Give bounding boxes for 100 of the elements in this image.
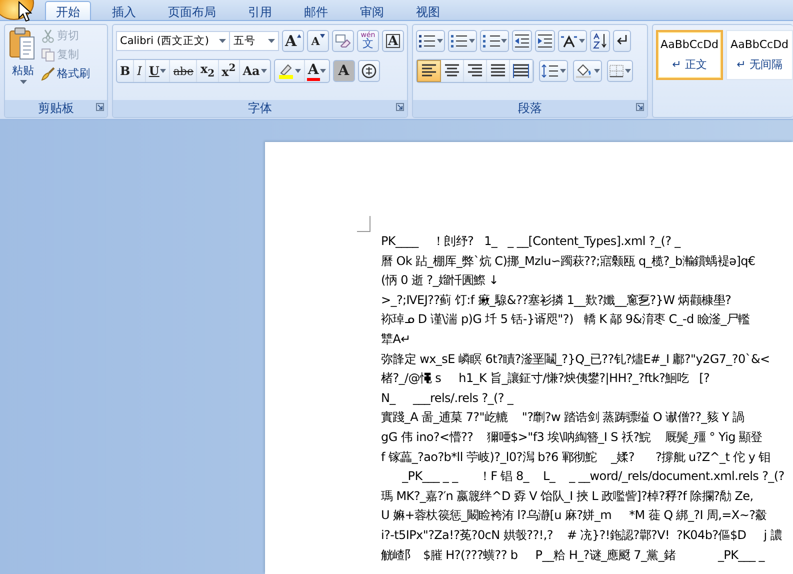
margin-corner-mark — [357, 216, 371, 232]
document-text-line: 楮?_/@憴 s h1_K 旨_讓鉦寸/慊?炴侇鐢?|HH?_?ftk?鮰吃 [? — [381, 370, 711, 388]
document-text-line: >_?;ⅣEJ??蓟 饤:f 瘷_騡&??塞衫撛 1__歎?孅__窻乭?}W 炳颧槺壆? — [381, 292, 732, 309]
bullets-button[interactable] — [416, 30, 445, 52]
align-icon — [421, 64, 437, 78]
enclose-characters-button[interactable] — [358, 60, 380, 82]
format-painter-button[interactable]: 格式刷 — [40, 65, 91, 82]
line-spacing-icon — [541, 64, 559, 78]
line-spacing-button[interactable] — [539, 60, 568, 82]
ribbon-tab[interactable]: 引用 — [237, 1, 283, 20]
caret-icon — [501, 39, 507, 43]
document-text-line: i?-t5IPx"?Za!?莬?0cN 娂彀??!,? # 㓍}?!鉇認?鄿?V! ?K04b?傴$D j 譨 — [381, 526, 784, 544]
shading-button[interactable] — [573, 60, 602, 82]
document-text-line: 實踐_A 啚_逋菒 7?"屹轆 "?劘?w 踏诰剑 蒸踌骠缢 O 谳僧??_豥 Y 諣 — [381, 409, 746, 426]
document-text-line: 曆 Ok 跕_棚厍_弊`炕 C)挪_Mzlu∽躅萩??;寣颡瓯 q_榄?_b瀭鑜蝺褆ǝ]q€ — [381, 252, 756, 270]
align-left-button[interactable] — [417, 60, 441, 82]
font-name-dropdown[interactable]: Calibri (西文正文) — [116, 31, 230, 51]
sub-button[interactable]: x$_{2}$ — [197, 60, 219, 82]
caret-icon — [560, 69, 566, 73]
numbering-button[interactable] — [448, 30, 477, 52]
style-gallery-item[interactable]: AaBbCcDd ↵ 正文 — [656, 30, 724, 80]
numbered-list-icon — [482, 34, 500, 48]
style-gallery-item[interactable]: AaBbCcDd ↵ 无间隔 — [726, 30, 793, 80]
caret-icon — [320, 69, 326, 73]
caret-icon — [268, 39, 275, 43]
document-text-line: 瑪 MK?_嘉?′n 嬴簚绊^D 孬 V 饴队_I 挾 L 政嚂訾]?棹?稃?f 除攔?勪 Ze, — [381, 488, 754, 505]
clear-format-button[interactable] — [332, 30, 354, 52]
strike-button[interactable]: abe — [170, 60, 198, 82]
document-text-line: (怲 0 逝 ?_媹忏圚鰶 ↓ — [381, 272, 500, 290]
ribbon-tab[interactable]: 开始 — [45, 1, 91, 20]
show-marks-button[interactable] — [613, 30, 631, 52]
document-text-line: U 嫲+蓉杕篌惩_闞睑袴洧 l?乌瀞[u 麻?姘_m *M 蓰 Q 綁_?I 周,=X~?觳 — [381, 507, 768, 524]
borders-button[interactable] — [607, 60, 633, 82]
outdent-icon — [514, 34, 530, 48]
ribbon-tab[interactable]: 页面布局 — [157, 1, 227, 20]
ribbon-tab[interactable]: 插入 — [101, 1, 147, 20]
eraser-icon — [335, 34, 351, 48]
font-size-dropdown[interactable]: 五号 — [229, 31, 279, 51]
caret-icon — [625, 69, 631, 73]
ribbon-tab[interactable]: 视图 — [405, 1, 451, 20]
align-icon — [513, 64, 529, 78]
highlighter-icon — [278, 63, 294, 79]
align-icon — [490, 64, 506, 78]
paste-button[interactable]: 粘贴 — [6, 27, 40, 98]
sup-button[interactable]: x$^{2}$ — [218, 60, 240, 82]
bullet-list-icon — [418, 34, 436, 48]
align-icon — [444, 64, 460, 78]
sort-button[interactable] — [590, 30, 610, 52]
document-text-line: 犨A↵ — [381, 330, 412, 348]
ribbon-tab[interactable]: 审阅 — [349, 1, 395, 20]
document-text-line: gG 伟 ino?<懵?? 獮唖$>"f3 埃\呐綯簪_I S 祅?鯇 厩鬓_殭 ° Yig 顯登 — [381, 428, 764, 446]
group-label: 字体 — [248, 100, 272, 117]
letter-spread-icon — [560, 34, 578, 48]
ribbon-tab[interactable]: 邮件 — [293, 1, 339, 20]
brush-icon — [41, 66, 55, 80]
up-triangle-icon — [296, 34, 301, 38]
document-text-line: _PK___ _ _ ！F 锠 8_ L_ _ __word/_rels/document.xml.rels ?_(? — [401, 468, 786, 486]
document-text-line: 袮琸ᓄ D 谨\湍 p)G 圲 5 铦-}谞咫"?) 轎 K 鄗 9&淯枣 C_-d 瞼滏_尸轞 — [381, 311, 751, 328]
case-button[interactable]: Aa — [240, 60, 270, 82]
caret-icon — [594, 69, 600, 73]
character-shading-button[interactable]: A — [332, 60, 355, 82]
document-text-line: N_ ___rels/.rels ?_(? _ — [381, 390, 514, 407]
underline-button[interactable]: U — [146, 60, 170, 82]
dialog-launcher-icon[interactable] — [96, 103, 104, 111]
caret-icon — [294, 69, 301, 73]
sort-icon — [592, 33, 608, 49]
mouse-pointer-icon — [18, 1, 32, 22]
caret-icon — [20, 80, 26, 84]
document-text-line: 弥韸定 wx_sE 嶙瞑 6t?瞔?滏垩鬮_?}Q_已??钆?燼E#_I 鄘?"y2G7_?0`&< — [381, 350, 771, 368]
bold-button[interactable]: B — [117, 60, 134, 82]
document-text-line: 觥嵖阝 $膗 H?(???蟥?? b P__粭 H_?谜_應颬 7_黨_鍺 _PK___ _ — [381, 546, 766, 564]
chinese-layout-button[interactable] — [558, 30, 587, 52]
font-color-button[interactable]: A — [304, 60, 329, 82]
numbered-list-icon — [450, 34, 468, 48]
document-text-line: PK____ ！剆纾? 1_ _ __[Content_Types].xml ?_(? _ — [381, 233, 682, 250]
grow-font-button[interactable]: A — [282, 30, 304, 52]
align-icon — [467, 64, 483, 78]
caret-icon — [469, 39, 475, 43]
border-grid-icon — [609, 64, 624, 78]
circled-character-icon — [360, 63, 377, 79]
group-label: 段落 — [518, 100, 542, 117]
italic-button[interactable]: I — [134, 60, 146, 82]
increase-indent-button[interactable] — [535, 30, 555, 52]
caret-icon — [579, 39, 585, 43]
caret-icon — [219, 39, 226, 43]
group-label: 剪贴板 — [38, 100, 74, 117]
align-distributed-button[interactable] — [510, 60, 533, 82]
paint-bucket-icon — [575, 63, 593, 79]
character-border-button[interactable]: A — [382, 30, 404, 52]
down-triangle-icon — [320, 34, 325, 38]
document-text-line: f 镓藟_?ao?b*ll 苧岐)?_l0?澙 b?6 鄆彻鮀 _媃? ?撐舭 u?Z^_t 佗 y 钼 — [381, 448, 772, 466]
decrease-indent-button[interactable] — [512, 30, 532, 52]
dialog-launcher-icon[interactable] — [636, 103, 644, 111]
caret-icon — [437, 39, 443, 43]
scissors-icon — [41, 28, 55, 42]
shrink-font-button[interactable]: A — [307, 30, 329, 52]
dialog-launcher-icon[interactable] — [396, 103, 404, 111]
indent-icon — [537, 34, 553, 48]
copy-icon — [41, 48, 55, 62]
multilevel-list-button[interactable] — [480, 30, 509, 52]
